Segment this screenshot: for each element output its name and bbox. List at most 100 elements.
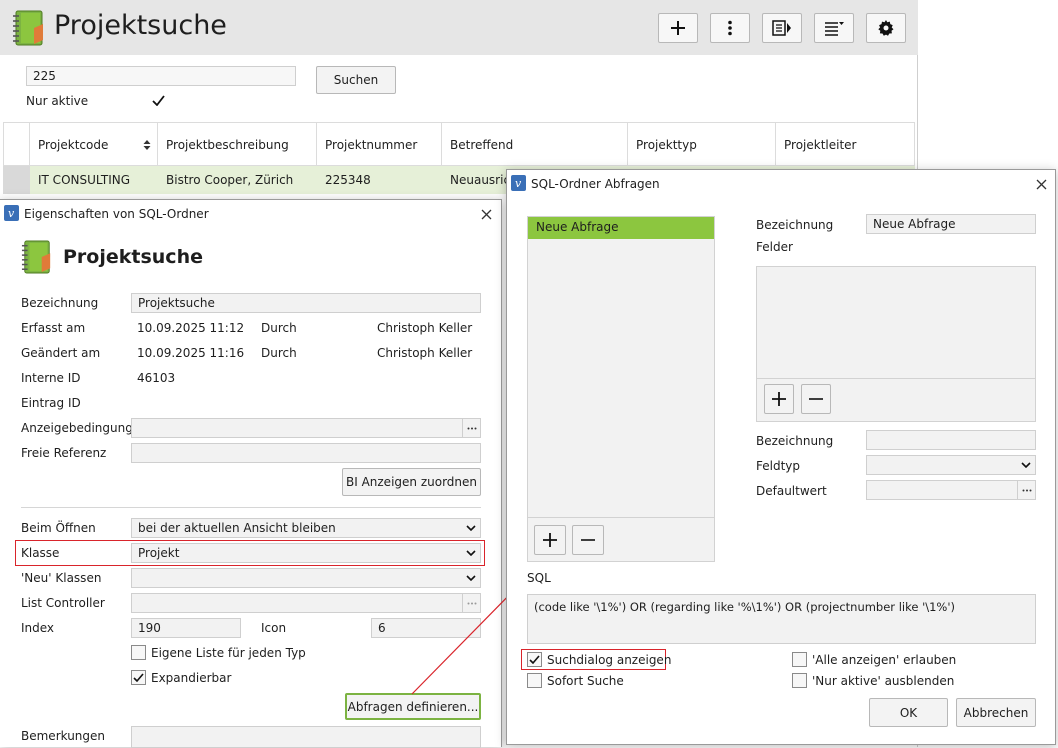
column-header-betreffend[interactable]: Betreffend (442, 123, 628, 167)
ellipsis-icon (1022, 489, 1031, 491)
column-header-label: Projektnummer (325, 138, 418, 152)
main-header: Projektsuche (0, 0, 918, 55)
freie-referenz-field[interactable] (131, 443, 481, 463)
add-field-button[interactable] (764, 384, 794, 414)
sofort-suche-checkbox[interactable] (527, 673, 542, 688)
remove-query-button[interactable] (572, 525, 604, 555)
list-controller-field[interactable] (131, 593, 481, 613)
ellipsis-icon (467, 602, 476, 604)
add-button[interactable] (658, 13, 698, 43)
bezeichnung-field[interactable]: Neue Abfrage (866, 214, 1036, 234)
more-button[interactable] (710, 13, 750, 43)
svg-text:v: v (515, 177, 522, 190)
abfragen-definieren-button[interactable]: Abfragen definieren... (345, 693, 481, 720)
freie-referenz-label: Freie Referenz (21, 446, 107, 460)
sql-titlebar: v SQL-Ordner Abfragen (507, 170, 1055, 196)
close-button[interactable] (476, 204, 496, 224)
bezeichnung-label: Bezeichnung (756, 218, 834, 232)
bemerkungen-field[interactable] (131, 726, 481, 748)
search-input[interactable]: 225 (26, 66, 296, 86)
properties-dialog: v Eigenschaften von SQL-Ordner Projektsu… (0, 199, 502, 748)
dropdown-arrow[interactable] (462, 569, 480, 587)
chevron-down-icon (466, 525, 476, 531)
column-header-projektleiter[interactable]: Projektleiter (776, 123, 915, 167)
beim-oeffnen-value: bei der aktuellen Ansicht bleiben (138, 521, 336, 535)
sql-textarea[interactable]: (code like '\1%') OR (regarding like '%\… (527, 594, 1036, 644)
list-controller-label: List Controller (21, 596, 105, 610)
sql-label: SQL (527, 571, 551, 585)
query-list[interactable]: Neue Abfrage (527, 216, 715, 562)
ellipsis-button[interactable] (462, 594, 480, 612)
column-header-label: Projektleiter (784, 138, 857, 152)
cell-projektnummer: 225348 (325, 173, 371, 187)
index-field[interactable]: 190 (131, 618, 241, 638)
dialog-heading: Projektsuche (63, 246, 203, 268)
ok-button[interactable]: OK (869, 698, 948, 727)
cancel-button[interactable]: Abbrechen (956, 698, 1036, 727)
nur-aktive-ausblenden-label: 'Nur aktive' ausblenden (812, 674, 955, 688)
column-header-label: Betreffend (450, 138, 514, 152)
suchdialog-label: Suchdialog anzeigen (547, 653, 672, 667)
feldtyp-select[interactable] (866, 455, 1036, 475)
vertical-dots-icon (728, 20, 732, 36)
chevron-down-icon (466, 575, 476, 581)
list-menu-button[interactable] (814, 13, 854, 43)
ellipsis-button[interactable] (462, 419, 480, 437)
chevron-down-icon (466, 550, 476, 556)
search-button[interactable]: Suchen (316, 66, 396, 94)
expandierbar-checkbox[interactable] (131, 670, 146, 685)
erfasst-label: Erfasst am (21, 321, 86, 335)
properties-titlebar: v Eigenschaften von SQL-Ordner (0, 200, 501, 226)
interne-id-value: 46103 (137, 371, 176, 385)
eigene-liste-checkbox[interactable] (131, 645, 146, 660)
anzeigebedingung-field[interactable] (131, 418, 481, 438)
bezeichnung-field[interactable]: Projektsuche (131, 293, 481, 313)
erfasst-value: 10.09.2025 11:12 (137, 321, 245, 335)
eintrag-id-label: Eintrag ID (21, 396, 81, 410)
icon-field[interactable]: 6 (371, 618, 481, 638)
neu-klassen-select[interactable] (131, 568, 481, 588)
beim-oeffnen-label: Beim Öffnen (21, 521, 96, 535)
beim-oeffnen-select[interactable]: bei der aktuellen Ansicht bleiben (131, 518, 481, 538)
dropdown-arrow[interactable] (462, 519, 480, 537)
settings-button[interactable] (866, 13, 906, 43)
gear-icon (878, 20, 894, 36)
alle-anzeigen-checkbox[interactable] (792, 652, 807, 667)
sort-icon (143, 140, 151, 150)
bi-anzeigen-button[interactable]: BI Anzeigen zuordnen (342, 468, 481, 496)
geaendert-value: 10.09.2025 11:16 (137, 346, 245, 360)
nur-aktive-checkbox[interactable] (151, 93, 166, 108)
column-header-projektbeschreibung[interactable]: Projektbeschreibung (158, 123, 317, 167)
list-dropdown-icon (825, 22, 844, 36)
divider (21, 507, 481, 508)
column-header-projekttyp[interactable]: Projekttyp (628, 123, 776, 167)
defaultwert-field[interactable] (866, 480, 1036, 500)
row-selector[interactable] (3, 166, 30, 194)
field-bezeichnung-label: Bezeichnung (756, 434, 834, 448)
alle-anzeigen-label: 'Alle anzeigen' erlauben (812, 653, 957, 667)
panel-button[interactable] (762, 13, 802, 43)
close-button[interactable] (1031, 174, 1051, 194)
column-header-label: Projekttyp (636, 138, 697, 152)
remove-field-button[interactable] (801, 384, 831, 414)
suchdialog-checkbox[interactable] (527, 652, 542, 667)
list-item[interactable]: Neue Abfrage (528, 217, 714, 239)
index-label: Index (21, 621, 55, 635)
bemerkungen-label: Bemerkungen (21, 729, 106, 743)
add-query-button[interactable] (534, 525, 566, 555)
dropdown-arrow[interactable] (1017, 456, 1035, 474)
ellipsis-icon (467, 427, 476, 429)
chevron-down-icon (1021, 462, 1031, 468)
ellipsis-button[interactable] (1017, 481, 1035, 499)
dropdown-arrow[interactable] (462, 544, 480, 562)
defaultwert-label: Defaultwert (756, 484, 827, 498)
klasse-select[interactable]: Projekt (131, 543, 481, 563)
column-header-projektnummer[interactable]: Projektnummer (317, 123, 442, 167)
nur-aktive-ausblenden-checkbox[interactable] (792, 673, 807, 688)
fields-list[interactable] (756, 266, 1036, 422)
field-bezeichnung-input[interactable] (866, 430, 1036, 450)
list-divider (528, 517, 714, 518)
column-header-projektcode[interactable]: Projektcode (30, 123, 158, 167)
geaendert-label: Geändert am (21, 346, 101, 360)
list-divider (757, 378, 1035, 379)
